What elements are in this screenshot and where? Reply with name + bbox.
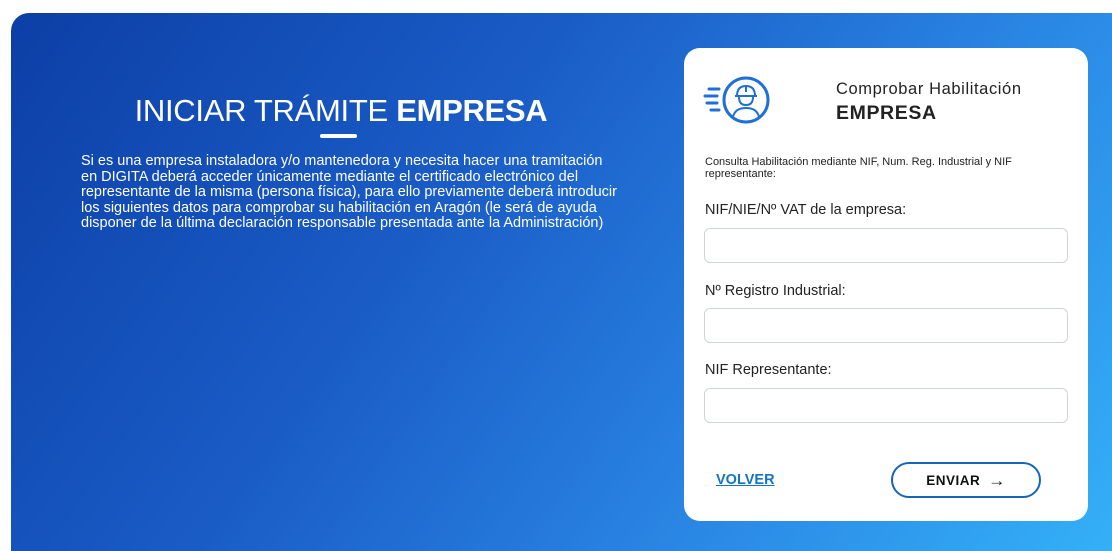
send-button[interactable]: ENVIAR → <box>891 462 1041 498</box>
card-title: Comprobar Habilitación EMPRESA <box>836 80 1022 125</box>
card-title-line1: Comprobar Habilitación <box>836 80 1022 98</box>
nif-company-input[interactable] <box>704 228 1068 263</box>
nif-company-label: NIF/NIE/Nº VAT de la empresa: <box>705 202 907 218</box>
worker-helmet-icon <box>703 76 770 124</box>
registry-number-label: Nº Registro Industrial: <box>705 283 846 299</box>
send-button-label: ENVIAR <box>926 472 981 488</box>
arrow-right-icon: → <box>988 470 1006 490</box>
nif-representative-input[interactable] <box>704 388 1068 423</box>
back-link[interactable]: VOLVER <box>716 472 775 488</box>
hero-description: Si es una empresa instaladora y/o manten… <box>81 153 617 231</box>
registry-number-input[interactable] <box>704 308 1068 343</box>
verification-card: Comprobar Habilitación EMPRESA Consulta … <box>684 48 1088 521</box>
nif-representative-label: NIF Representante: <box>705 362 832 378</box>
hero-title-prefix: INICIAR TRÁMITE <box>134 93 389 128</box>
card-description: Consulta Habilitación mediante NIF, Num.… <box>705 156 1012 180</box>
hero-title-emphasis: EMPRESA <box>396 93 548 128</box>
title-underline <box>320 134 357 138</box>
hero-title: INICIAR TRÁMITE EMPRESA <box>11 93 671 129</box>
card-title-line2: EMPRESA <box>836 102 937 124</box>
